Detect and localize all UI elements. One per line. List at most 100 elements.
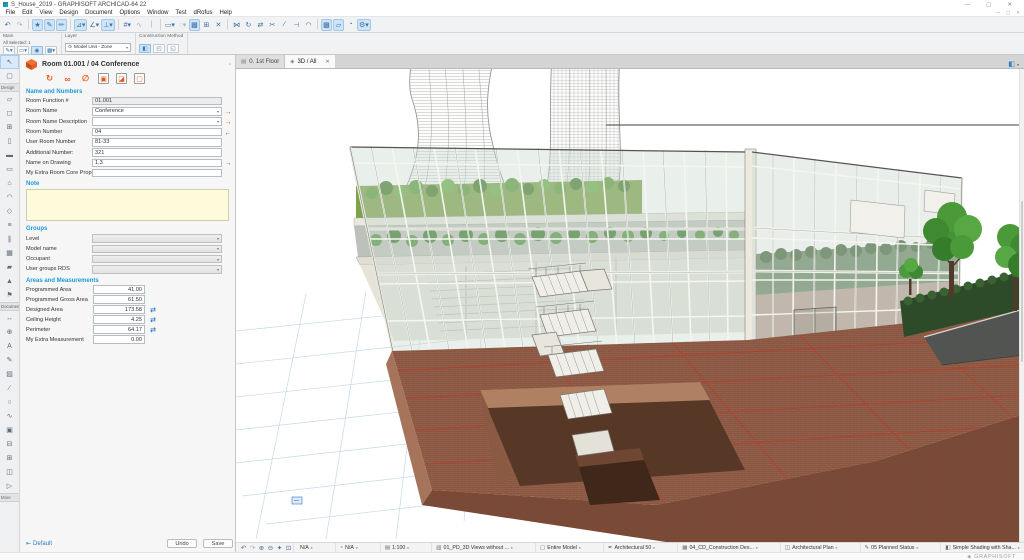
drag-icon[interactable]: ⋈: [231, 19, 242, 31]
default-link[interactable]: ⇤ Default: [26, 540, 52, 547]
favorites-palette-icon[interactable]: ▩▾: [45, 46, 57, 55]
menu-item[interactable]: File: [2, 10, 19, 16]
menu-item[interactable]: Window: [144, 10, 172, 16]
grid-snap-icon[interactable]: #▾: [122, 19, 133, 31]
curtain-wall-tool[interactable]: ▦: [0, 246, 19, 260]
quick-layers-icon[interactable]: ▩: [189, 19, 200, 31]
fillet-icon[interactable]: ◠: [303, 19, 314, 31]
guide-lines-icon[interactable]: ∿: [134, 19, 145, 31]
tab-1st-floor[interactable]: ▤ 0. 1st Floor: [236, 55, 285, 68]
menu-item[interactable]: Options: [116, 10, 144, 16]
area-value-input[interactable]: 4.25: [93, 315, 145, 324]
doc-restore-icon[interactable]: ▢: [1006, 10, 1010, 16]
renovation-filter-menu[interactable]: ✎ 05 Planned Status ▸: [860, 543, 923, 552]
layer-combination-menu[interactable]: ▦ 04_CD_Construction Des... ▸: [677, 543, 762, 552]
element-settings-icon[interactable]: ⚙▾: [357, 19, 371, 31]
field-input[interactable]: 321: [92, 148, 222, 157]
arc-tool[interactable]: ○: [0, 395, 19, 409]
3d-style-menu[interactable]: ◧ Simple Shading with Sha... ▸: [940, 543, 1024, 552]
toolbox-section-more[interactable]: More: [0, 493, 19, 502]
construction-method-icon[interactable]: ⊿▾: [74, 19, 87, 31]
mesh-tool[interactable]: ▲: [0, 274, 19, 288]
slab-tool[interactable]: ▭: [0, 162, 19, 176]
open-in-drofus-icon[interactable]: ▣: [98, 73, 109, 84]
field-input[interactable]: Conference ▾: [92, 107, 222, 116]
shell-tool[interactable]: ◠: [0, 190, 19, 204]
area-value-input[interactable]: 0.00: [93, 335, 145, 344]
field-input[interactable]: 04: [92, 128, 222, 137]
3d-model-canvas[interactable]: [236, 69, 1024, 542]
construction-method-2-icon[interactable]: ◰: [153, 44, 165, 53]
geometry-method-icon[interactable]: ▭▾: [17, 46, 29, 55]
model-view-options-menu[interactable]: ◫ Architectural Plan ▸: [780, 543, 842, 552]
note-textarea[interactable]: [26, 189, 229, 221]
zone-stamp-icon[interactable]: ◉: [31, 46, 43, 55]
zoom-to-selection-icon[interactable]: ⊡: [284, 544, 293, 552]
door-tool[interactable]: ◻: [0, 106, 19, 120]
text-tool[interactable]: A: [0, 339, 19, 353]
field-input[interactable]: [92, 169, 222, 178]
menu-item[interactable]: Help: [216, 10, 235, 16]
group-combo[interactable]: ▾: [92, 245, 222, 254]
field-input[interactable]: 81-33: [92, 138, 222, 147]
field-input[interactable]: 1,3: [92, 159, 222, 168]
menu-item[interactable]: View: [36, 10, 56, 16]
snap-reference-icon[interactable]: |: [146, 19, 157, 31]
layer-settings-icon[interactable]: ⊞: [201, 19, 212, 31]
sync-both-icon[interactable]: ⇄: [145, 316, 161, 324]
vertical-scrollbar[interactable]: [1019, 69, 1024, 542]
redo-icon[interactable]: ↷: [14, 19, 25, 31]
drawing-tool[interactable]: ▣: [0, 423, 19, 437]
undo-icon[interactable]: ↶: [2, 19, 13, 31]
pick-up-parameters-icon[interactable]: ✎: [44, 19, 55, 31]
interior-elevation-tool[interactable]: ◫: [0, 465, 19, 479]
menu-item[interactable]: Test: [172, 10, 190, 16]
area-value-input[interactable]: 173.58: [93, 305, 145, 314]
split-icon[interactable]: ∕: [279, 19, 290, 31]
tab-3d-all[interactable]: ◈ 3D / All ✕: [285, 55, 334, 68]
area-value-input[interactable]: 64.17: [93, 325, 145, 334]
spline-tool[interactable]: ∿: [0, 409, 19, 423]
favorites-icon[interactable]: ★: [32, 19, 43, 31]
forward-icon[interactable]: ↷: [248, 544, 257, 552]
save-button[interactable]: Save: [203, 539, 233, 548]
railing-tool[interactable]: ∥: [0, 232, 19, 246]
sync-both-icon[interactable]: ⇄: [145, 306, 161, 314]
orientation-menu[interactable]: ◔ N/A ▸: [335, 543, 362, 552]
sync-room-icon[interactable]: ↻: [44, 73, 55, 84]
menu-item[interactable]: Design: [56, 10, 82, 16]
suspend-groups-icon[interactable]: ◔: [345, 19, 356, 31]
sync-direction-icon[interactable]: →: [222, 107, 234, 116]
area-value-input[interactable]: 61.50: [93, 295, 145, 304]
partial-structure-menu[interactable]: ▢ Entire Model ▸: [535, 543, 585, 552]
arrow-tool[interactable]: ↖: [0, 55, 19, 69]
unlink-room-icon[interactable]: ∅: [80, 73, 91, 84]
close-icon[interactable]: ✕: [1007, 2, 1012, 8]
room-report-icon[interactable]: ◪: [116, 73, 127, 84]
sync-direction-icon[interactable]: →: [222, 117, 234, 126]
construction-method-3-icon[interactable]: ◱: [167, 44, 179, 53]
menu-item[interactable]: Document: [82, 10, 116, 16]
marquee-tool[interactable]: ▢: [0, 69, 19, 83]
close-tab-icon[interactable]: ✕: [325, 59, 329, 65]
beam-tool[interactable]: ▬: [0, 148, 19, 162]
object-tool[interactable]: ⚑: [0, 288, 19, 302]
room-properties-icon[interactable]: ▢: [134, 73, 145, 84]
field-input[interactable]: 01.001: [92, 97, 222, 106]
explore-icon[interactable]: ✦: [275, 544, 284, 552]
sync-direction-icon[interactable]: →: [222, 158, 234, 167]
link-room-icon[interactable]: ∞: [62, 73, 73, 84]
back-icon[interactable]: ↶: [239, 544, 248, 552]
rotate-icon[interactable]: ↻: [243, 19, 254, 31]
undo-button[interactable]: Undo: [167, 539, 197, 548]
menu-item[interactable]: dRofus: [190, 10, 216, 16]
sync-direction-icon[interactable]: ←: [222, 128, 234, 137]
adjust-icon[interactable]: ⊣: [291, 19, 302, 31]
zone-tool[interactable]: ▰: [0, 260, 19, 274]
tab-overview-button[interactable]: ◧ ▾: [1008, 60, 1024, 68]
trim-icon[interactable]: ✂: [267, 19, 278, 31]
reference-line-icon[interactable]: ∠▾: [88, 19, 100, 31]
morph-tool[interactable]: ◇: [0, 204, 19, 218]
stair-tool[interactable]: ≡: [0, 218, 19, 232]
section-tool[interactable]: ⊟: [0, 437, 19, 451]
